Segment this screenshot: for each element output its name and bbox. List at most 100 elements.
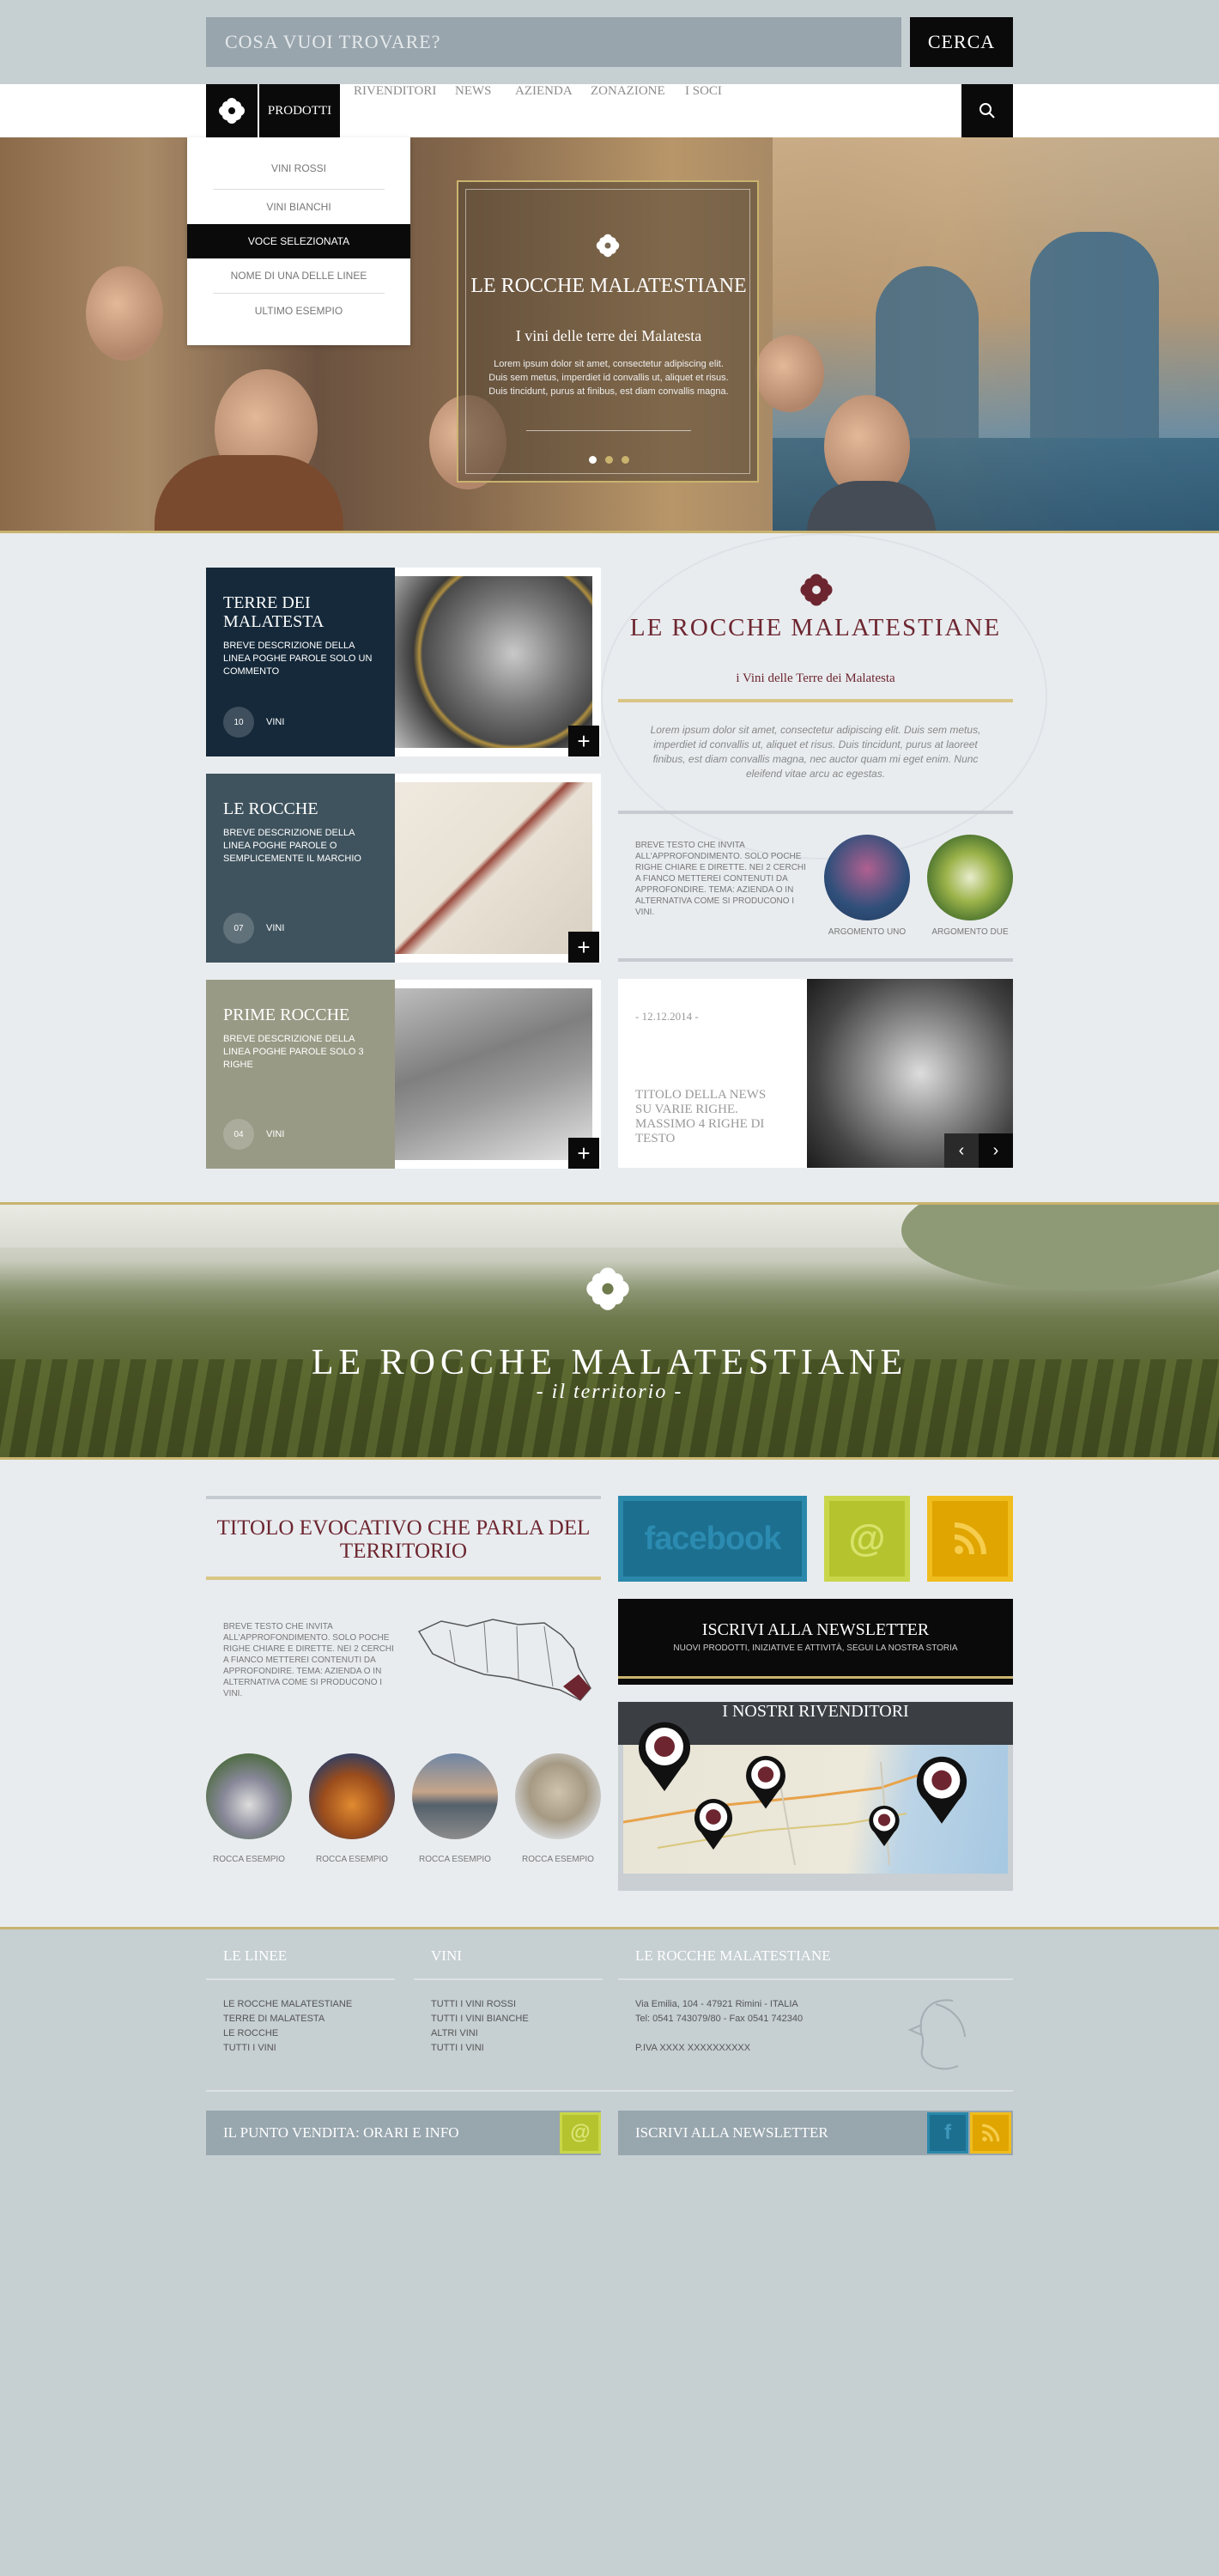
rss-icon[interactable] bbox=[970, 2112, 1011, 2154]
footer-newsletter-label: ISCRIVI ALLA NEWSLETTER bbox=[635, 2124, 828, 2141]
footer-link[interactable]: LE ROCCHE bbox=[223, 2026, 403, 2041]
facebook-icon[interactable]: f bbox=[927, 2112, 968, 2154]
nav-item-news[interactable]: NEWS bbox=[455, 84, 492, 137]
slider-dot-2[interactable] bbox=[605, 456, 613, 464]
plus-icon[interactable]: + bbox=[568, 932, 599, 963]
rocca-image-2[interactable] bbox=[309, 1753, 395, 1839]
rss-icon[interactable] bbox=[927, 1496, 1013, 1582]
footer-list-linee: LE ROCCHE MALATESTIANE TERRE DI MALATEST… bbox=[223, 1997, 403, 2056]
card-description: BREVE DESCRIZIONE DELLA LINEA POGHE PARO… bbox=[223, 641, 373, 677]
brand-name: LE ROCCHE MALATESTIANE bbox=[629, 614, 1002, 641]
card-count: 10 bbox=[223, 707, 254, 738]
footer-link[interactable]: ALTRI VINI bbox=[431, 2026, 611, 2041]
dropdown-item-ultimo[interactable]: ULTIMO ESEMPIO bbox=[187, 294, 410, 328]
flower-logo-icon[interactable] bbox=[206, 84, 258, 137]
rocca-image-4[interactable] bbox=[515, 1753, 601, 1839]
argomenti-text: BREVE TESTO CHE INVITA ALL'APPROFONDIMEN… bbox=[635, 841, 806, 917]
nav-item-rivenditori[interactable]: RIVENDITORI bbox=[354, 84, 436, 137]
footer-contacts: Via Emilia, 104 - 47921 Rimini - ITALIA … bbox=[635, 1997, 893, 2056]
facebook-button[interactable]: facebook bbox=[618, 1496, 807, 1582]
search-icon[interactable] bbox=[961, 84, 1013, 137]
dropdown-item-vini-rossi[interactable]: VINI ROSSI bbox=[187, 151, 410, 185]
territory-section-title: TITOLO EVOCATIVO CHE PARLA DEL TERRITORI… bbox=[216, 1516, 591, 1563]
slider-dot-1[interactable] bbox=[589, 456, 597, 464]
line-card-prime-rocche[interactable]: PRIME ROCCHE BREVE DESCRIZIONE DELLA LIN… bbox=[206, 980, 395, 1169]
punto-vendita-link[interactable]: IL PUNTO VENDITA: ORARI E INFO bbox=[206, 2111, 601, 2155]
map-pin-icon[interactable] bbox=[867, 1803, 901, 1852]
region-map-icon bbox=[415, 1614, 592, 1710]
hero-caption-box: LE ROCCHE MALATESTIANE I vini delle terr… bbox=[457, 180, 759, 483]
rocca-image-1[interactable] bbox=[206, 1753, 292, 1839]
argomento-due-image[interactable] bbox=[927, 835, 1013, 920]
dealers-map[interactable]: I NOSTRI RIVENDITORI bbox=[618, 1702, 1013, 1891]
dropdown-item-vini-bianchi[interactable]: VINI BIANCHI bbox=[187, 190, 410, 224]
line-card-le-rocche[interactable]: LE ROCCHE BREVE DESCRIZIONE DELLA LINEA … bbox=[206, 774, 395, 963]
rocca-image-3[interactable] bbox=[412, 1753, 498, 1839]
card-title: LE ROCCHE bbox=[223, 799, 318, 818]
dropdown-item-linea[interactable]: NOME DI UNA DELLE LINEE bbox=[187, 258, 410, 293]
news-card[interactable]: - 12.12.2014 - TITOLO DELLA NEWS SU VARI… bbox=[618, 979, 807, 1168]
email-icon[interactable]: @ bbox=[560, 2112, 601, 2154]
search-input[interactable] bbox=[206, 17, 901, 67]
footer-phone: Tel: 0541 743079/80 - Fax 0541 742340 bbox=[635, 2014, 804, 2024]
card-count: 07 bbox=[223, 913, 254, 944]
nav-item-soci[interactable]: I SOCI bbox=[685, 84, 722, 137]
news-title[interactable]: TITOLO DELLA NEWS SU VARIE RIGHE. MASSIM… bbox=[635, 1088, 781, 1146]
footer-link[interactable]: TUTTI I VINI bbox=[223, 2041, 403, 2056]
territory-text: BREVE TESTO CHE INVITA ALL'APPROFONDIMEN… bbox=[223, 1622, 394, 1698]
hero-subtitle: I vini delle terre dei Malatesta bbox=[515, 327, 702, 344]
slider-dot-3[interactable] bbox=[622, 456, 629, 464]
card-unit: VINI bbox=[266, 1129, 285, 1139]
footer-address: Via Emilia, 104 - 47921 Rimini - ITALIA bbox=[635, 1999, 798, 2009]
card-unit: VINI bbox=[266, 923, 285, 933]
map-area[interactable] bbox=[623, 1722, 1008, 1874]
rocca-label-3[interactable]: ROCCA ESEMPIO bbox=[412, 1855, 498, 1865]
portrait-logo-icon bbox=[901, 1992, 979, 2082]
punto-vendita-label: IL PUNTO VENDITA: ORARI E INFO bbox=[223, 2124, 459, 2141]
products-dropdown-menu: VINI ROSSI VINI BIANCHI VOCE SELEZIONATA… bbox=[187, 137, 410, 345]
map-pin-icon[interactable] bbox=[692, 1796, 735, 1856]
nav-item-prodotti[interactable]: PRODOTTI bbox=[259, 84, 340, 145]
rocca-label-4[interactable]: ROCCA ESEMPIO bbox=[515, 1855, 601, 1865]
footer-link[interactable]: LE ROCCHE MALATESTIANE bbox=[223, 1997, 403, 2012]
nav-item-azienda[interactable]: AZIENDA bbox=[515, 84, 573, 137]
next-arrow-icon[interactable]: › bbox=[979, 1133, 1013, 1168]
card-description: BREVE DESCRIZIONE DELLA LINEA POGHE PARO… bbox=[223, 1034, 364, 1070]
footer-link[interactable]: TUTTI I VINI bbox=[431, 2041, 611, 2056]
argomento-due-label[interactable]: ARGOMENTO DUE bbox=[927, 927, 1013, 938]
argomento-uno-label[interactable]: ARGOMENTO UNO bbox=[824, 927, 910, 938]
map-pin-icon[interactable] bbox=[635, 1719, 694, 1797]
email-icon[interactable]: @ bbox=[824, 1496, 910, 1582]
territory-title: LE ROCCHE MALATESTIANE bbox=[311, 1343, 908, 1382]
footer-link[interactable]: TERRE DI MALATESTA bbox=[223, 2012, 403, 2026]
footer-divider bbox=[0, 1927, 1219, 1929]
footer-link[interactable]: TUTTI I VINI BIANCHE bbox=[431, 2012, 611, 2026]
news-date: - 12.12.2014 - bbox=[635, 1010, 699, 1023]
footer-heading-company: LE ROCCHE MALATESTIANE bbox=[635, 1947, 831, 1964]
card-count: 04 bbox=[223, 1119, 254, 1150]
rocca-label-2[interactable]: ROCCA ESEMPIO bbox=[309, 1855, 395, 1865]
plus-icon[interactable]: + bbox=[568, 726, 599, 756]
facebook-logo: facebook bbox=[644, 1520, 782, 1557]
brand-tagline: i Vini delle Terre dei Malatesta bbox=[736, 671, 895, 685]
footer-heading-linee: LE LINEE bbox=[223, 1947, 288, 1964]
card-title: PRIME ROCCHE bbox=[223, 1005, 350, 1024]
newsletter-subtitle: NUOVI PRODOTTI, INIZIATIVE E ATTIVITÀ, S… bbox=[673, 1643, 958, 1653]
line-card-terre-dei-malatesta[interactable]: TERRE DEI MALATESTA BREVE DESCRIZIONE DE… bbox=[206, 568, 395, 756]
dropdown-item-selected[interactable]: VOCE SELEZIONATA bbox=[187, 224, 410, 258]
argomenti-section: BREVE TESTO CHE INVITA ALL'APPROFONDIMEN… bbox=[618, 811, 1013, 962]
footer-link[interactable]: TUTTI I VINI ROSSI bbox=[431, 1997, 611, 2012]
prev-arrow-icon[interactable]: ‹ bbox=[944, 1133, 979, 1168]
flower-logo-icon bbox=[595, 233, 621, 263]
card-title: TERRE DEI MALATESTA bbox=[223, 593, 324, 631]
nav-item-zonazione[interactable]: ZONAZIONE bbox=[591, 84, 665, 137]
newsletter-title: ISCRIVI ALLA NEWSLETTER bbox=[701, 1620, 930, 1639]
rocca-label-1[interactable]: ROCCA ESEMPIO bbox=[206, 1855, 292, 1865]
plus-icon[interactable]: + bbox=[568, 1138, 599, 1169]
hero-text: Lorem ipsum dolor sit amet, consectetur … bbox=[488, 359, 729, 397]
search-button[interactable]: CERCA bbox=[910, 17, 1013, 67]
map-pin-icon[interactable] bbox=[743, 1753, 788, 1814]
map-pin-icon[interactable] bbox=[913, 1753, 970, 1830]
newsletter-signup[interactable]: ISCRIVI ALLA NEWSLETTER NUOVI PRODOTTI, … bbox=[618, 1599, 1013, 1685]
argomento-uno-image[interactable] bbox=[824, 835, 910, 920]
